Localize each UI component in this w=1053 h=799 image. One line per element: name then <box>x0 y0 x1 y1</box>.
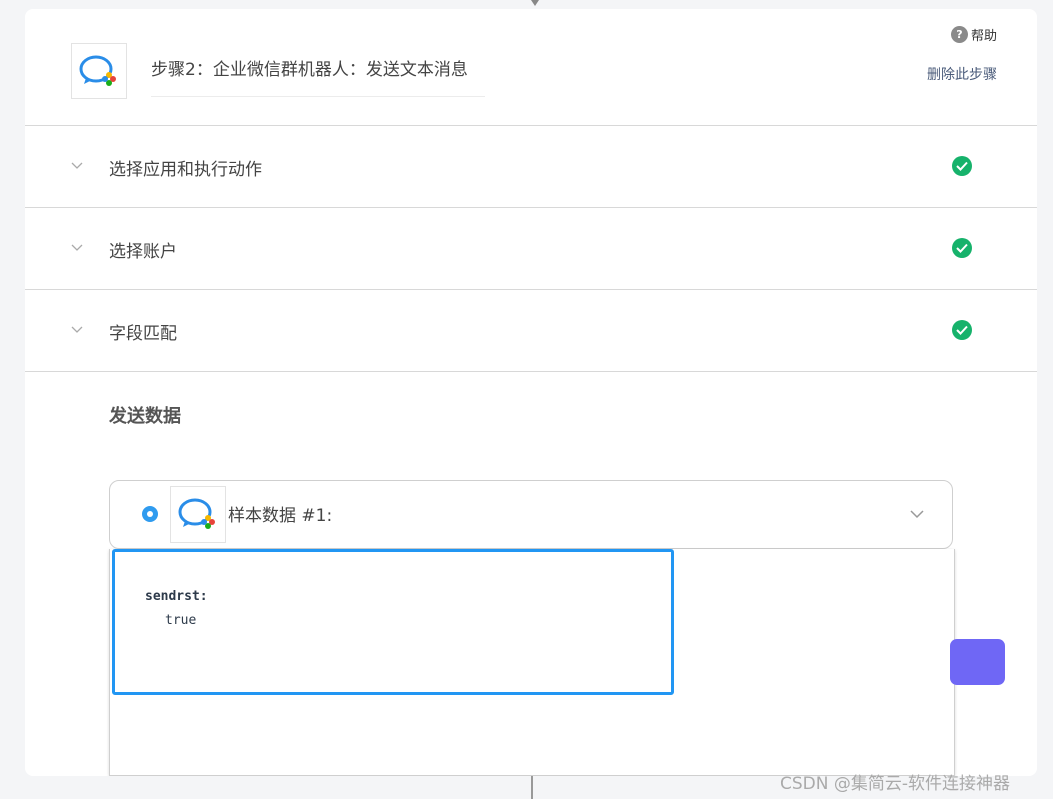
section-label: 选择应用和执行动作 <box>109 160 262 180</box>
sample-data-select[interactable]: 样本数据 #1: <box>109 480 953 549</box>
primary-action-button[interactable] <box>950 639 1005 685</box>
flow-connector-arrow <box>531 0 539 6</box>
step-header: 步骤2：企业微信群机器人：发送文本消息 ? 帮助 删除此步骤 <box>25 9 1037 126</box>
sample-label: 样本数据 #1: <box>228 506 333 526</box>
send-data-title: 发送数据 <box>109 406 181 427</box>
sample-data-content: sendrst: true <box>112 549 674 695</box>
help-label: 帮助 <box>970 28 997 44</box>
sample-radio[interactable] <box>142 506 158 522</box>
wecom-app-logo-icon <box>71 43 127 99</box>
section-field-mapping[interactable]: 字段匹配 <box>25 290 1037 372</box>
sample-data-panel: sendrst: true <box>109 549 955 776</box>
section-select-app-action[interactable]: 选择应用和执行动作 <box>25 126 1037 208</box>
check-circle-icon <box>952 320 972 340</box>
chevron-down-icon <box>71 244 83 251</box>
step-title[interactable]: 步骤2：企业微信群机器人：发送文本消息 <box>151 57 485 97</box>
data-key: sendrst: <box>145 589 208 604</box>
section-label: 字段匹配 <box>109 324 177 344</box>
section-select-account[interactable]: 选择账户 <box>25 208 1037 290</box>
step-card: 步骤2：企业微信群机器人：发送文本消息 ? 帮助 删除此步骤 选择应用和执行动作… <box>25 9 1037 776</box>
check-circle-icon <box>952 156 972 176</box>
check-circle-icon <box>952 238 972 258</box>
help-link[interactable]: ? 帮助 <box>950 25 997 44</box>
question-circle-icon: ? <box>950 25 968 43</box>
watermark: CSDN @集简云-软件连接神器 <box>780 774 1011 794</box>
section-label: 选择账户 <box>109 242 177 262</box>
delete-step-link[interactable]: 删除此步骤 <box>927 64 997 84</box>
chevron-down-icon <box>71 326 83 333</box>
chevron-down-icon <box>71 162 83 169</box>
wecom-app-logo-icon <box>170 486 226 543</box>
data-value: true <box>165 613 197 628</box>
chevron-down-icon[interactable] <box>910 509 924 519</box>
flow-connector-line <box>531 776 533 799</box>
